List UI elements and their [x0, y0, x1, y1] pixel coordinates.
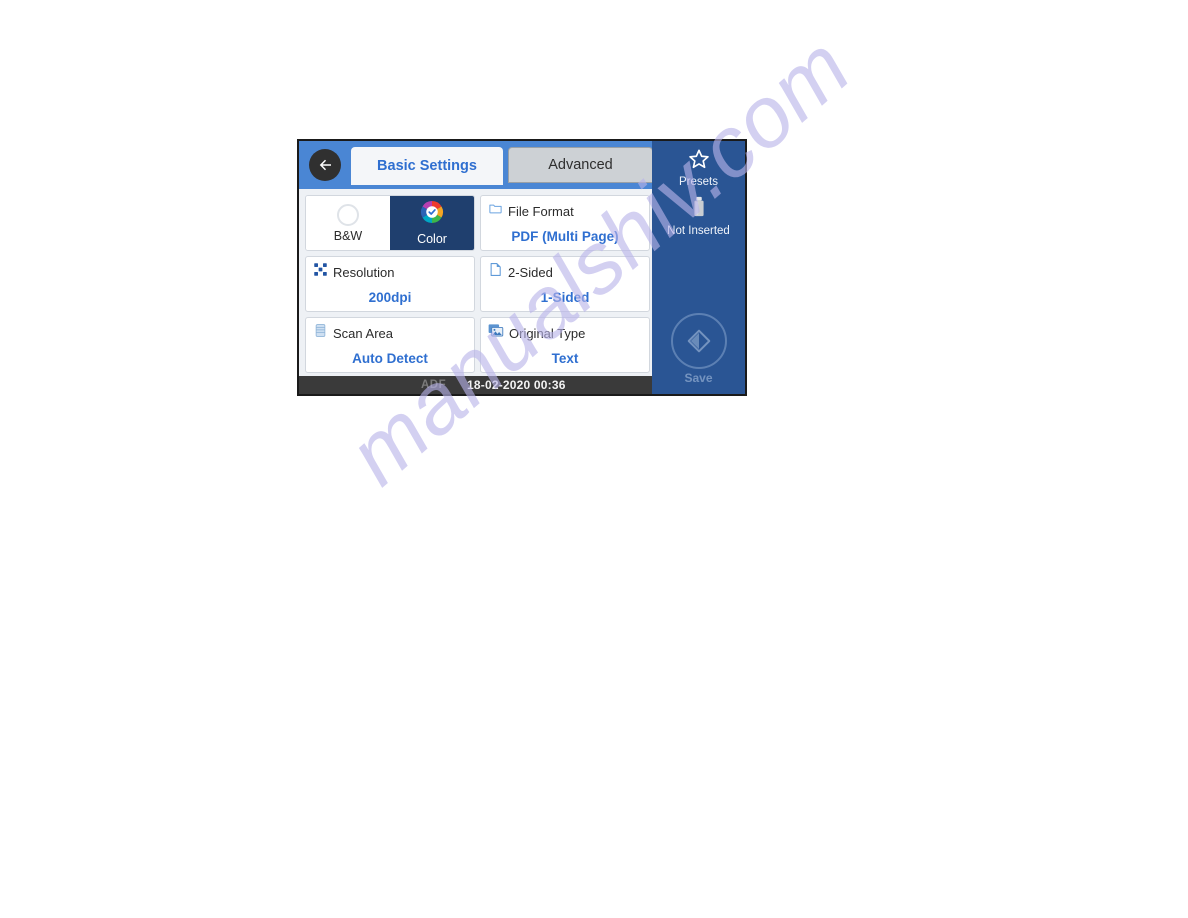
color-wheel-check-icon [420, 200, 444, 229]
status-datetime: 18-02-2020 00:36 [467, 378, 566, 392]
usb-status-label: Not Inserted [667, 224, 730, 237]
file-format-label-row: File Format [488, 201, 574, 221]
setting-tile-scan-area[interactable]: Scan Area Auto Detect [305, 317, 475, 373]
settings-grid: B&W Color File Format PDF (Multi Page) R… [299, 190, 656, 376]
scan-area-value: Auto Detect [352, 351, 428, 366]
usb-status: Not Inserted [652, 193, 745, 239]
tab-strip: Basic Settings Advanced [351, 147, 656, 189]
scan-area-label-row: Scan Area [313, 323, 393, 343]
resolution-value: 200dpi [368, 290, 412, 305]
file-format-value: PDF (Multi Page) [511, 229, 619, 244]
page-corner-icon [488, 262, 503, 282]
tab-advanced[interactable]: Advanced [508, 147, 653, 183]
resolution-label: Resolution [333, 264, 395, 280]
save-button[interactable]: Save [652, 306, 745, 392]
dot-matrix-icon [313, 262, 328, 282]
screen-main-area: Basic Settings Advanced B&W Color File F… [299, 141, 656, 394]
empty-circle-icon [337, 203, 359, 226]
setting-tile-file-format[interactable]: File Format PDF (Multi Page) [480, 195, 650, 251]
diamond-start-icon [670, 313, 727, 369]
document-stack-icon [313, 323, 328, 343]
original-type-label: Original Type [509, 325, 586, 341]
tab-advanced-label: Advanced [548, 157, 613, 173]
two-sided-label-row: 2-Sided [488, 262, 553, 282]
resolution-label-row: Resolution [313, 262, 394, 282]
presets-button[interactable]: Presets [652, 145, 745, 191]
original-type-label-row: Original Type [488, 323, 585, 343]
original-type-value: Text [551, 351, 579, 366]
presets-label: Presets [679, 176, 718, 188]
status-bar: ADF 18-02-2020 00:36 [299, 376, 656, 394]
status-source-adf: ADF [421, 379, 447, 391]
setting-tile-resolution[interactable]: Resolution 200dpi [305, 256, 475, 312]
back-button[interactable] [299, 141, 351, 189]
color-mode-bw-label: B&W [333, 228, 363, 243]
color-mode-color-option[interactable]: Color [390, 196, 474, 250]
back-arrow-icon [309, 149, 341, 181]
color-mode-color-label: Color [417, 232, 447, 246]
scanner-control-panel: Basic Settings Advanced B&W Color File F… [297, 139, 747, 396]
tab-basic-settings[interactable]: Basic Settings [351, 147, 503, 188]
setting-tile-original-type[interactable]: Original Type Text [480, 317, 650, 373]
two-sided-label: 2-Sided [508, 264, 553, 280]
usb-drive-icon [692, 196, 706, 223]
photo-stack-icon [488, 323, 504, 343]
header-bar: Basic Settings Advanced [299, 141, 656, 189]
watermark-layer: manualshiv.com [0, 0, 1188, 918]
setting-tile-2-sided[interactable]: 2-Sided 1-Sided [480, 256, 650, 312]
save-label: Save [684, 371, 713, 385]
tab-basic-settings-label: Basic Settings [377, 158, 477, 174]
side-panel: Presets Not Inserted Save [652, 141, 745, 394]
color-mode-bw-option[interactable]: B&W [306, 196, 390, 250]
two-sided-value: 1-Sided [540, 290, 590, 305]
file-format-label: File Format [508, 203, 574, 219]
scan-area-label: Scan Area [333, 325, 393, 341]
color-mode-tile: B&W Color [305, 195, 475, 251]
folder-icon [488, 201, 503, 221]
star-icon [688, 148, 710, 175]
